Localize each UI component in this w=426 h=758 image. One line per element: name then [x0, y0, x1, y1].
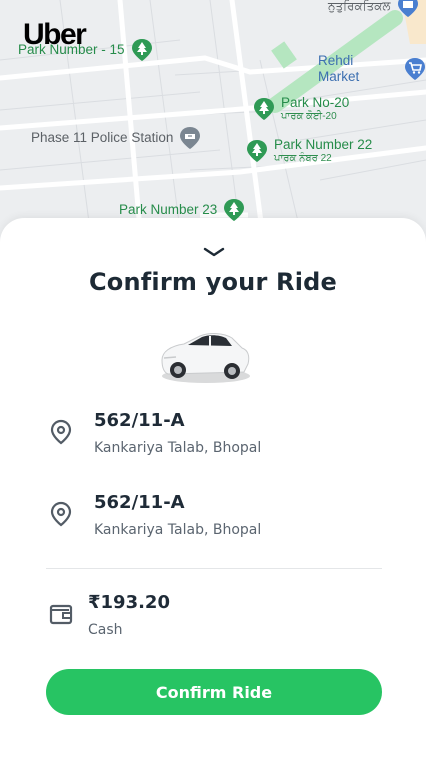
poi-label: Park Number 23 [119, 202, 218, 217]
wallet-icon [49, 604, 73, 625]
car-image [161, 333, 250, 383]
location-pin-icon [50, 419, 72, 445]
poi-rehdi-market[interactable]: Rehdi Market [318, 53, 426, 85]
shopping-pin-icon [397, 0, 418, 17]
poi-park-number-23[interactable]: Park Number 23 [119, 198, 245, 222]
fare-amount: ₹193.20 [88, 592, 170, 613]
confirm-ride-button[interactable]: Confirm Ride [46, 669, 382, 715]
destination-title: 562/11-A [94, 492, 185, 513]
police-pin-icon [180, 127, 201, 149]
park-pin-icon [247, 140, 267, 162]
poi-label: Park No-20 [281, 95, 350, 110]
pickup-location[interactable]: 562/11-A Kankariya Talab, Bhopal [46, 408, 382, 464]
poi-label: Phase 11 Police Station [31, 130, 174, 145]
location-pin-icon [50, 501, 72, 527]
park-pin-icon [224, 199, 245, 221]
chevron-down-icon[interactable] [203, 246, 225, 258]
poi-label: Park Number 22 [274, 137, 373, 152]
poi-top-cropped[interactable]: ਨੁਤੁਰਿਕਤਿਕਲ [328, 0, 419, 18]
park-pin-icon [131, 39, 152, 61]
poi-park-no-20[interactable]: Park No-20 ਪਾਰਕ ਕੋਈ-20 [253, 95, 349, 123]
poi-park-number-22[interactable]: Park Number 22 ਪਾਰਕ ਨੰਬਰ 22 [246, 137, 372, 165]
poi-sublabel: ਪਾਰਕ ਨੰਬਰ 22 [274, 153, 332, 164]
pickup-subtitle: Kankariya Talab, Bhopal [94, 440, 262, 456]
poi-label: Rehdi Market [318, 53, 360, 84]
poi-police-station[interactable]: Phase 11 Police Station [31, 126, 201, 150]
poi-sublabel: ਪਾਰਕ ਕੋਈ-20 [281, 111, 337, 122]
page-title: Confirm your Ride [88, 268, 338, 296]
pickup-title: 562/11-A [94, 410, 185, 431]
poi-label: ਨੁਤੁਰਿਕਤਿਕਲ [328, 0, 391, 13]
payment-type: Cash [88, 622, 123, 638]
divider [46, 568, 382, 569]
destination-location[interactable]: 562/11-A Kankariya Talab, Bhopal [46, 490, 382, 546]
destination-subtitle: Kankariya Talab, Bhopal [94, 522, 262, 538]
shopping-cart-pin-icon [405, 58, 425, 80]
payment-method[interactable]: ₹193.20 Cash [46, 592, 382, 642]
park-pin-icon [254, 98, 274, 120]
uber-logo[interactable]: Uber [23, 18, 87, 52]
